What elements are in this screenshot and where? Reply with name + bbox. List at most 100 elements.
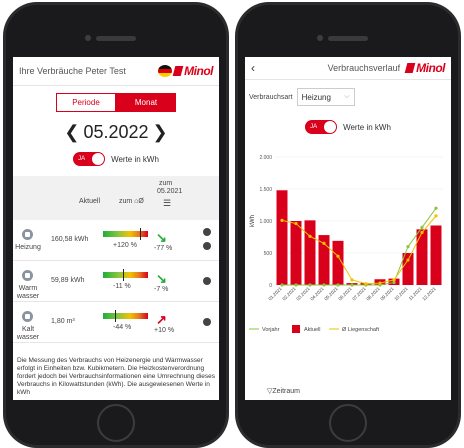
table-row[interactable]: Warm wasser 59,89 kWh -11 % ↘ -7 %: [13, 261, 219, 302]
app-header: Ihre Verbräuche Peter Test Minol: [13, 57, 219, 86]
comparison-bar: [103, 310, 148, 322]
home-button[interactable]: [329, 404, 367, 442]
camera-icon: [85, 35, 91, 41]
col-prev-period: 05.2021: [157, 188, 183, 195]
legend-aktuell-swatch: [292, 325, 300, 333]
next-period-button[interactable]: ❯: [153, 122, 168, 143]
bar-marker: [115, 310, 116, 322]
tab-periode[interactable]: Periode: [56, 93, 116, 112]
consumption-screen: Ihre Verbräuche Peter Test Minol Periode…: [13, 57, 219, 400]
page-title: Verbrauchsverlauf: [327, 63, 401, 73]
table-row[interactable]: Kalt wasser 1,80 m³ -44 % ↗ +10 %: [13, 302, 219, 343]
avg-point: [434, 214, 438, 218]
prev-period-button[interactable]: ❮: [64, 122, 79, 143]
avg-point: [350, 278, 354, 282]
avg-point: [322, 241, 326, 245]
bar-marker: [140, 228, 141, 240]
col-zum: zum: [159, 180, 173, 187]
row-value: 160,58 kWh: [51, 236, 89, 243]
page-title: Ihre Verbräuche Peter Test: [19, 66, 126, 76]
zeitraum-label: ▽Zeitraum: [267, 387, 300, 395]
bar-aktuell: [276, 190, 288, 285]
row-pct-prev: -7 %: [154, 286, 169, 293]
vorjahr-point: [406, 245, 410, 249]
x-tick-label: 10.2021: [393, 286, 409, 302]
kwh-toggle-row: JA Werte in kWh: [245, 120, 451, 134]
period-tabs: Periode Monat: [13, 93, 219, 112]
row-pct-prev: -77 %: [154, 245, 173, 252]
bar-aktuell: [430, 225, 442, 285]
avg-point: [294, 221, 298, 226]
consumption-type-row: Verbrauchsart Heizung ⌵: [245, 88, 451, 106]
table-header: Aktuell zum ⌂Ø zum 05.2021 ☰: [13, 176, 219, 220]
vorjahr-point: [434, 206, 438, 210]
warm-water-icon: [22, 270, 33, 281]
y-tick-label: 1.000: [259, 219, 272, 225]
x-tick-label: 02.2021: [281, 286, 297, 302]
row-value: 1,80 m³: [51, 318, 75, 325]
bar-aktuell: [416, 229, 428, 285]
x-tick-label: 11.2021: [408, 286, 423, 301]
kwh-toggle[interactable]: JA: [305, 120, 338, 134]
kwh-toggle-row: JA Werte in kWh: [13, 152, 219, 166]
back-button[interactable]: ‹: [251, 61, 255, 75]
brand-name: Minol: [416, 61, 445, 75]
x-tick-label: 03.2021: [295, 286, 311, 302]
legend-vorjahr: Vorjahr: [262, 327, 280, 333]
speaker-grille: [96, 36, 136, 41]
x-tick-label: 09.2021: [379, 286, 395, 302]
vorjahr-point: [280, 283, 284, 287]
comparison-bar: [103, 228, 148, 240]
toggle-state: JA: [310, 124, 318, 130]
chevron-down-icon: ⌵: [344, 93, 350, 100]
app-header: ‹ Verbrauchsverlauf Minol: [245, 57, 451, 80]
brand-name: Minol: [184, 64, 213, 78]
list-icon[interactable]: ☰: [163, 198, 171, 209]
language-flag-icon[interactable]: [158, 65, 173, 77]
trend-down-icon: ↘: [156, 230, 167, 245]
history-screen: ‹ Verbrauchsverlauf Minol Verbrauchsart …: [245, 57, 451, 400]
brand-logo: Minol: [172, 64, 213, 78]
home-button[interactable]: [97, 404, 135, 442]
col-aktuell: Aktuell: [79, 198, 101, 205]
x-tick-label: 06.2021: [337, 286, 353, 302]
row-pct-prev: +10 %: [154, 327, 175, 334]
x-tick-label: 05.2021: [323, 286, 339, 302]
x-tick-label: 12.2021: [421, 286, 437, 302]
table-row[interactable]: Heizung 160,58 kWh +120 % ↘ -77 %: [13, 220, 219, 261]
chart-icon[interactable]: [203, 318, 211, 326]
chart-icon[interactable]: [203, 242, 211, 250]
avg-point: [308, 234, 312, 238]
chart-icon[interactable]: [203, 277, 211, 285]
toggle-knob: [324, 121, 337, 133]
y-tick-label: 0: [269, 283, 272, 289]
tab-monat[interactable]: Monat: [116, 93, 176, 112]
date-navigator: ❮ 05.2022 ❯: [13, 122, 219, 143]
x-tick-label: 08.2021: [365, 286, 381, 302]
vorjahr-point: [294, 283, 298, 287]
toggle-state: JA: [78, 156, 86, 162]
kwh-toggle[interactable]: JA: [73, 152, 106, 166]
row-pct-avg: -44 %: [113, 324, 132, 331]
consumption-type-select[interactable]: Heizung ⌵: [296, 88, 355, 106]
bar-marker: [123, 269, 124, 281]
zeitraum-text: Zeitraum: [272, 388, 301, 395]
cold-water-icon: [22, 311, 33, 322]
trend-down-icon: ↘: [156, 271, 167, 286]
y-axis-label: kWh: [250, 215, 256, 227]
vorjahr-point: [308, 283, 312, 287]
legend-aktuell: Aktuell: [304, 327, 321, 333]
toggle-knob: [92, 153, 105, 165]
y-tick-label: 2.000: [259, 155, 272, 161]
brand-logo: Minol: [404, 61, 445, 75]
row-name: Heizung: [15, 244, 41, 251]
trend-up-icon: ↗: [156, 312, 167, 327]
info-icon[interactable]: [203, 228, 211, 236]
y-tick-label: 1.500: [259, 187, 272, 193]
row-value: 59,89 kWh: [51, 277, 85, 284]
info-note: Die Messung des Verbrauchs von Heizenerg…: [17, 357, 216, 396]
x-tick-label: 04.2021: [309, 286, 325, 302]
row-pct-avg: +120 %: [113, 242, 137, 249]
toggle-label: Werte in kWh: [343, 122, 391, 132]
current-period: 05.2022: [83, 122, 149, 142]
